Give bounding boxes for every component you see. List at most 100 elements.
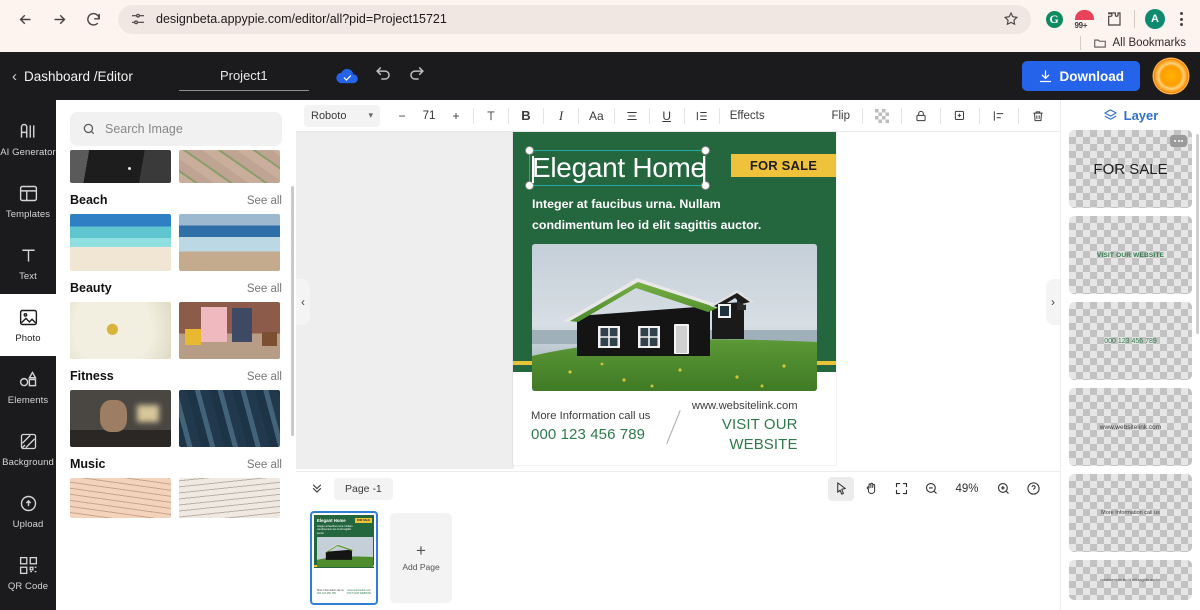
category-name: Fitness [70,369,114,383]
undo-icon[interactable] [374,64,393,88]
photo-thumb[interactable] [70,214,171,271]
underline-button[interactable]: U [655,104,679,128]
layer-scrollbar[interactable] [1196,134,1199,334]
sidebar-item-qr-code[interactable]: QR Code [0,542,56,604]
photo-thumb[interactable] [70,150,171,183]
photo-thumb[interactable] [179,214,280,271]
puzzle-icon[interactable] [1101,6,1127,32]
project-name-input[interactable]: Project1 [179,61,309,91]
footer-cta[interactable]: VISIT OUR WEBSITE [665,415,797,455]
footer-website[interactable]: www.websitelink.com [665,398,797,415]
font-size-decrease[interactable]: − [390,104,414,128]
font-size-value[interactable]: 71 [414,110,444,122]
page-selector-chip[interactable]: Page -1 [334,478,393,500]
all-bookmarks-label[interactable]: All Bookmarks [1113,37,1187,49]
poster-photo[interactable] [532,244,817,391]
layer-item[interactable]: VISIT OUR WEBSITE [1069,216,1192,294]
sidebar-item-ai-generator[interactable]: AI Generator [0,108,56,170]
cursor-select-icon[interactable] [828,477,854,501]
fit-screen-icon[interactable] [888,477,914,501]
layer-item[interactable]: 000 123 456 789 [1069,302,1192,380]
sidebar-item-elements[interactable]: Elements [0,356,56,418]
panel-scrollbar[interactable] [291,186,294,436]
page-thumbnail[interactable]: Elegant Home FOR SALE Integer at faucibu… [310,511,378,605]
reload-icon[interactable] [78,4,108,34]
double-chevron-down-icon[interactable] [310,481,324,497]
trash-icon[interactable] [1024,104,1052,128]
text-icon [18,245,39,266]
footer-left-caption[interactable]: More Information call us [531,408,665,425]
search-input[interactable] [105,122,270,136]
avatar[interactable]: A [1142,6,1168,32]
flip-label: Flip [831,110,850,122]
photo-thumb[interactable] [179,150,280,183]
site-settings-icon[interactable] [130,11,146,27]
layer-panel: Layer FOR SALE VISIT OUR WEBSITE 000 123… [1060,100,1200,610]
zoom-out-icon[interactable] [918,477,944,501]
photo-thumb[interactable] [70,478,171,518]
duplicate-icon[interactable] [946,104,974,128]
font-family-select[interactable]: Roboto ▾ [304,105,380,127]
text-color-icon[interactable] [479,104,503,128]
flip-button[interactable]: Flip [824,104,857,128]
prev-page-arrow[interactable]: ‹ [296,279,310,325]
bold-button[interactable]: B [514,104,538,128]
address-bar[interactable]: designbeta.appypie.com/editor/all?pid=Pr… [118,5,1031,34]
sidebar-item-background[interactable]: Background [0,418,56,480]
photo-thumb[interactable] [70,302,171,359]
font-size-increase[interactable]: + [444,104,468,128]
line-spacing-icon[interactable] [690,104,714,128]
redo-icon[interactable] [407,64,426,88]
sidebar-item-photo[interactable]: Photo [0,294,56,356]
layer-item[interactable]: More Information call us [1069,474,1192,552]
next-page-arrow[interactable]: › [1046,279,1060,325]
sidebar-item-upload[interactable]: Upload [0,480,56,542]
zoom-in-icon[interactable] [990,477,1016,501]
lock-icon[interactable] [907,104,935,128]
poster-subtitle[interactable]: Integer at faucibus urna. Nullam condime… [532,194,780,236]
profile-initial: A [1145,9,1165,29]
poster-canvas[interactable]: FOR SALE Elegant Home Integer at faucibu… [513,132,836,465]
forward-arrow-icon[interactable] [44,4,74,34]
effects-button[interactable]: Effects [725,104,770,128]
see-all-link[interactable]: See all [247,283,282,295]
layer-item[interactable]: condimentum leo id elit sagittis auctor. [1069,560,1192,600]
footer-phone[interactable]: 000 123 456 789 [531,425,665,445]
chevron-left-icon: ‹ [12,68,17,85]
add-page-button[interactable]: + Add Page [390,513,452,603]
photo-thumb[interactable] [179,302,280,359]
see-all-link[interactable]: See all [247,371,282,383]
position-align-icon[interactable] [985,104,1013,128]
grammarly-icon[interactable]: G [1041,6,1067,32]
photo-thumb[interactable] [179,390,280,447]
layer-item[interactable]: FOR SALE [1069,130,1192,208]
poster-title[interactable]: Elegant Home [532,151,706,185]
star-icon[interactable] [1003,11,1019,27]
poster-footer: More Information call us 000 123 456 789… [513,403,836,449]
more-options-icon[interactable] [1170,135,1187,147]
download-button[interactable]: Download [1022,61,1141,91]
italic-button[interactable]: I [549,104,573,128]
help-icon[interactable] [1020,477,1046,501]
photo-thumb[interactable] [70,390,171,447]
align-icon[interactable] [620,104,644,128]
for-sale-badge[interactable]: FOR SALE [731,154,836,177]
search-image-box[interactable] [70,112,282,146]
notification-badge-icon[interactable]: 99+ [1071,6,1097,32]
breadcrumb-dashboard-editor[interactable]: ‹ Dashboard /Editor [12,68,133,85]
see-all-link[interactable]: See all [247,195,282,207]
thumb-row [56,390,296,447]
back-arrow-icon[interactable] [10,4,40,34]
canvas-stage[interactable]: ‹ › FOR SALE Elegant Home Integer at fau… [296,132,1060,471]
layer-item[interactable]: www.websitelink.com [1069,388,1192,466]
sun-avatar-icon[interactable] [1154,59,1188,93]
see-all-link[interactable]: See all [247,459,282,471]
sidebar-item-templates[interactable]: Templates [0,170,56,232]
photo-thumb[interactable] [179,478,280,518]
kebab-menu-icon[interactable] [1172,10,1190,28]
text-case-button[interactable]: Aa [584,104,609,128]
hand-pan-icon[interactable] [858,477,884,501]
zoom-level[interactable]: 49% [948,483,986,495]
italic-label: I [559,108,563,124]
transparency-icon[interactable] [868,104,896,128]
